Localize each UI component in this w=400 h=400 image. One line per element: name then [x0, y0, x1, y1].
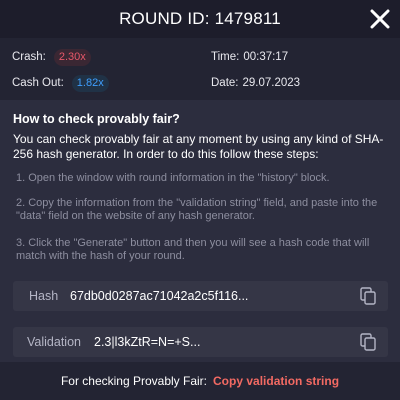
validation-field: Validation 2.3|l3kZtR=N=+S...	[13, 327, 388, 357]
footer-text: For checking Provably Fair:	[60, 374, 208, 388]
round-id-title: ROUND ID: 1479811	[119, 9, 281, 28]
copy-validation-icon[interactable]	[360, 333, 376, 351]
close-icon[interactable]	[368, 7, 392, 31]
time-label: Time:	[211, 51, 240, 63]
howto-title: How to check provably fair?	[13, 112, 180, 126]
info-row-cashout-date: Cash Out: 1.82x Date: 29.07.2023	[0, 73, 400, 93]
date-info: Date: 29.07.2023	[211, 77, 300, 89]
step-item: 3. Click the "Generate" button and then …	[16, 237, 370, 262]
copy-hash-icon[interactable]	[360, 287, 376, 305]
cashout-label: Cash Out:	[12, 77, 64, 89]
validation-value: 2.3|l3kZtR=N=+S...	[94, 335, 201, 349]
copy-validation-link[interactable]: Copy validation string	[213, 374, 339, 388]
time-info: Time: 00:37:17	[211, 51, 288, 63]
crash-label: Crash:	[12, 51, 46, 63]
hash-value: 67db0d0287ac71042a2c5f116...	[70, 289, 249, 303]
howto-description: You can check provably fair at any momen…	[13, 132, 384, 161]
step-item: 2. Copy the information from the "valida…	[16, 197, 378, 222]
cashout-value-badge: 1.82x	[71, 74, 109, 92]
howto-section: How to check provably fair? You can chec…	[13, 112, 389, 162]
info-row-crash-time: Crash: 2.30x Time: 00:37:17	[0, 47, 400, 67]
crash-info: Crash: 2.30x	[12, 48, 91, 66]
hash-label: Hash	[29, 289, 59, 303]
hash-field: Hash 67db0d0287ac71042a2c5f116...	[13, 281, 388, 311]
crash-value-badge: 2.30x	[53, 48, 91, 66]
modal-header: ROUND ID: 1479811	[0, 0, 400, 38]
date-value: 29.07.2023	[242, 77, 301, 89]
validation-label: Validation	[27, 335, 81, 349]
cashout-info: Cash Out: 1.82x	[12, 74, 109, 92]
step-item: 1. Open the window with round informatio…	[16, 172, 330, 184]
round-info-panel: Crash: 2.30x Time: 00:37:17 Cash Out: 1.…	[0, 38, 400, 100]
time-value: 00:37:17	[243, 51, 289, 63]
date-label: Date:	[211, 77, 239, 89]
modal-footer: For checking Provably Fair: Copy validat…	[0, 362, 400, 400]
